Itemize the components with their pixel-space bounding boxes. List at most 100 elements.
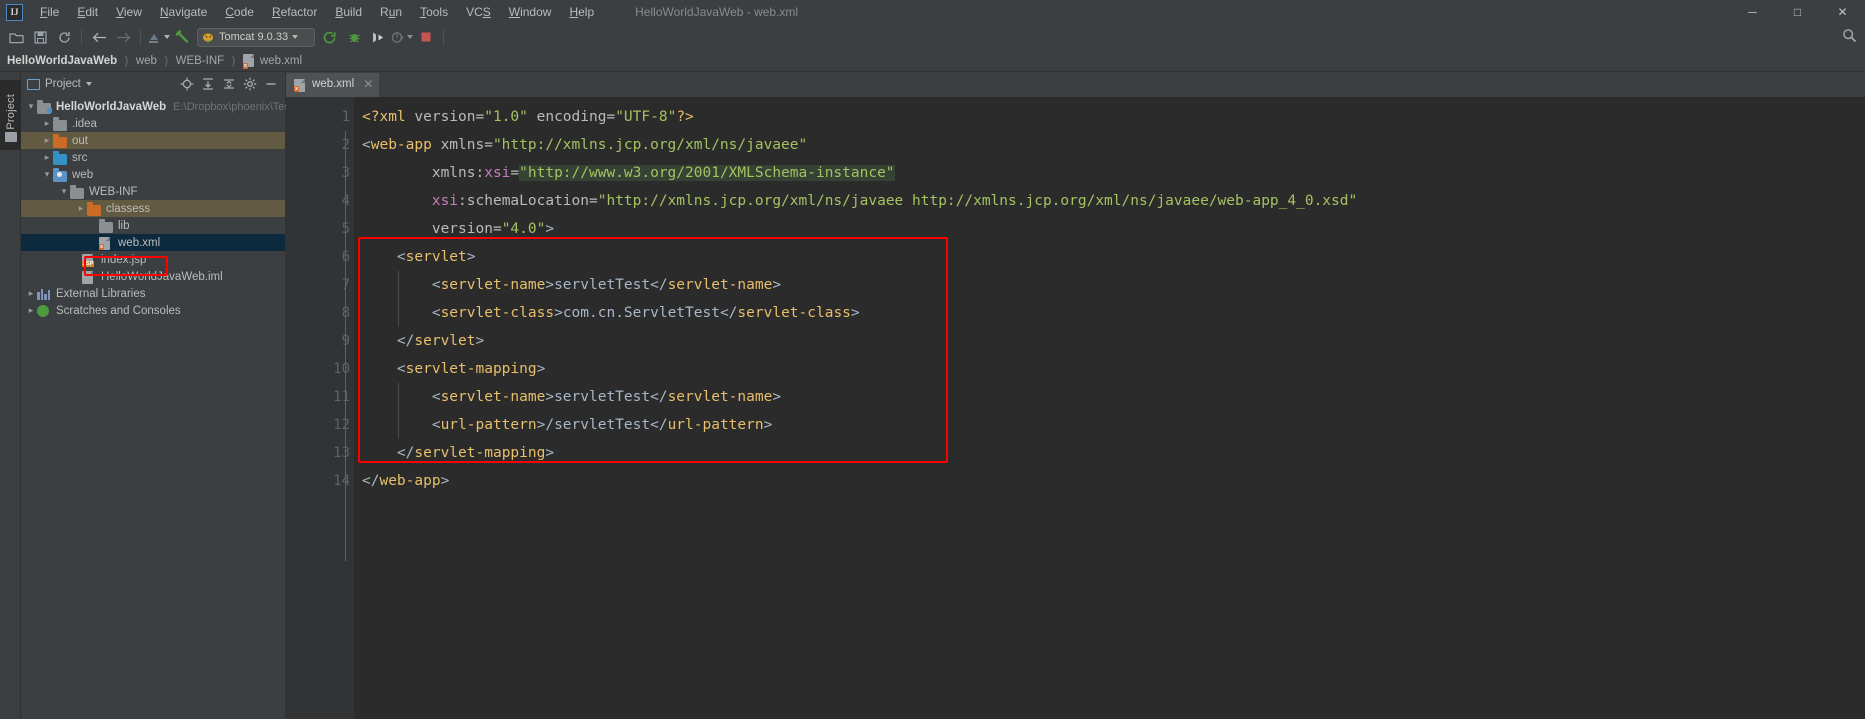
code-line: </web-app> <box>354 467 1865 495</box>
fold-region-line <box>345 131 346 561</box>
code-line-4: xsi:schemaLocation="http://xmlns.jcp.org… <box>431 193 1358 209</box>
tree-item-src[interactable]: src <box>21 149 285 166</box>
run-configuration-selector[interactable]: Tomcat 9.0.33 <box>197 27 315 47</box>
chevron-down-icon[interactable] <box>85 82 92 86</box>
menu-item-run[interactable]: Run <box>371 2 411 22</box>
menu-item-window[interactable]: Window <box>500 2 561 22</box>
tree-item-out[interactable]: out <box>21 132 285 149</box>
chevron-right-icon[interactable] <box>25 305 37 316</box>
project-panel-title: Project <box>45 78 81 90</box>
build-hammer-icon[interactable] <box>170 26 194 48</box>
menu-item-refactor[interactable]: Refactor <box>263 2 326 22</box>
chevron-right-icon[interactable] <box>41 118 53 129</box>
tree-item-iml[interactable]: HelloWorldJavaWeb.iml <box>21 268 285 285</box>
compile-icon[interactable] <box>146 26 170 48</box>
tree-item-index-jsp[interactable]: JSP index.jsp <box>21 251 285 268</box>
line-number: 14 <box>333 473 350 489</box>
line-number: 12 <box>333 417 350 433</box>
breadcrumb-item-webinf[interactable]: WEB-INF <box>176 55 225 67</box>
tree-item-helloworldjavaweb[interactable]: HelloWorldJavaWeb E:\Dropbox\phoenix\Tes… <box>21 98 293 115</box>
chevron-right-icon[interactable] <box>41 152 53 163</box>
breadcrumb-item-web[interactable]: web <box>136 55 157 67</box>
project-panel-title-group[interactable]: Project <box>27 78 92 90</box>
run-with-coverage-icon[interactable] <box>366 26 390 48</box>
menu-item-navigate[interactable]: Navigate <box>151 2 216 22</box>
sync-refresh-icon[interactable] <box>52 26 76 48</box>
close-icon[interactable]: ✕ <box>363 77 373 91</box>
search-everywhere-icon[interactable] <box>1842 28 1857 46</box>
module-folder-icon <box>37 100 52 114</box>
editor-gutter[interactable]: 1 2 3 4 5 6 7 8 9 10 11 12 13 14 <box>286 97 354 719</box>
menu-item-build[interactable]: Build <box>326 2 371 22</box>
tree-item-scratches[interactable]: Scratches and Consoles <box>21 302 285 319</box>
tool-window-button-project-label: Project <box>4 94 17 130</box>
code-line-3: xmlns:xsi="http://www.w3.org/2001/XMLSch… <box>362 165 895 181</box>
intellij-logo-icon: IJ <box>6 3 23 21</box>
folder-icon <box>4 131 17 142</box>
tomcat-cat-icon <box>203 33 213 43</box>
line-number: 7 <box>286 271 354 299</box>
code-text-area[interactable]: <?xml version="1.0" encoding="UTF-8"?> <… <box>354 97 1865 719</box>
menu-item-vcs[interactable]: VCS <box>457 2 500 22</box>
tree-item-label: External Libraries <box>56 287 146 300</box>
menu-item-help[interactable]: Help <box>560 2 603 22</box>
save-all-icon[interactable] <box>28 26 52 48</box>
back-icon[interactable] <box>87 26 111 48</box>
menu-item-view[interactable]: View <box>107 2 151 22</box>
code-line: version="4.0"> <box>354 215 1865 243</box>
xml-file-icon: x <box>242 53 256 69</box>
main-toolbar: Tomcat 9.0.33 <box>0 24 1865 50</box>
menu-item-file[interactable]: File <box>31 2 68 22</box>
project-view-icon <box>27 78 40 90</box>
expand-all-icon[interactable] <box>198 74 218 94</box>
tree-item-external-libraries[interactable]: External Libraries <box>21 285 285 302</box>
line-number: 3 <box>286 159 354 187</box>
menu-item-code[interactable]: Code <box>216 2 263 22</box>
tree-item-web[interactable]: web <box>21 166 285 183</box>
window-controls: ─ □ ✕ <box>1730 0 1865 24</box>
code-line: <servlet-mapping> <box>354 355 1865 383</box>
minimize-button[interactable]: ─ <box>1730 0 1775 24</box>
line-number: 6 <box>286 243 354 271</box>
chevron-right-icon[interactable] <box>25 288 37 299</box>
tree-item-lib[interactable]: lib <box>21 217 285 234</box>
code-editor[interactable]: 1 2 3 4 5 6 7 8 9 10 11 12 13 14 <?xml v… <box>286 97 1865 719</box>
chevron-right-icon[interactable] <box>75 203 87 214</box>
stop-icon[interactable] <box>414 26 438 48</box>
run-icon[interactable] <box>318 26 342 48</box>
toolbar-separator-3 <box>443 29 444 45</box>
project-panel-toolbar <box>177 74 285 94</box>
menu-item-edit[interactable]: Edit <box>68 2 107 22</box>
hide-panel-icon[interactable] <box>261 74 281 94</box>
locate-target-icon[interactable] <box>177 74 197 94</box>
breadcrumb-separator: ⟩ <box>124 53 129 68</box>
folder-icon <box>53 151 68 165</box>
tree-item-web-inf[interactable]: WEB-INF <box>21 183 285 200</box>
collapse-all-icon[interactable] <box>219 74 239 94</box>
tree-item-web-xml[interactable]: x web.xml <box>21 234 285 251</box>
chevron-down-icon[interactable] <box>58 186 70 197</box>
library-icon <box>37 287 52 300</box>
editor-tab-web-xml[interactable]: x web.xml ✕ <box>286 73 380 97</box>
chevron-down-icon[interactable] <box>41 169 53 180</box>
tool-window-button-project[interactable]: Project <box>0 80 21 150</box>
open-folder-icon[interactable] <box>4 26 28 48</box>
chevron-down-icon[interactable] <box>292 35 299 39</box>
folder-icon <box>53 134 68 148</box>
code-line: </servlet> <box>354 327 1865 355</box>
web-root-folder-icon <box>53 168 68 182</box>
chevron-right-icon[interactable] <box>41 135 53 146</box>
close-button[interactable]: ✕ <box>1820 0 1865 24</box>
breadcrumb-item-webxml[interactable]: x web.xml <box>242 53 302 69</box>
debug-icon[interactable] <box>342 26 366 48</box>
menu-item-tools[interactable]: Tools <box>411 2 457 22</box>
chevron-down-icon[interactable] <box>25 101 37 112</box>
xml-file-icon: x <box>294 78 307 92</box>
tree-item-idea[interactable]: .idea <box>21 115 285 132</box>
breadcrumb-item-project[interactable]: HelloWorldJavaWeb <box>7 55 117 67</box>
editor-area: x web.xml ✕ 1 2 3 4 5 6 7 8 9 10 11 12 <box>286 72 1865 719</box>
maximize-button[interactable]: □ <box>1775 0 1820 24</box>
toolbar-separator <box>81 29 82 45</box>
settings-gear-icon[interactable] <box>240 74 260 94</box>
tree-item-classess[interactable]: classess <box>21 200 285 217</box>
